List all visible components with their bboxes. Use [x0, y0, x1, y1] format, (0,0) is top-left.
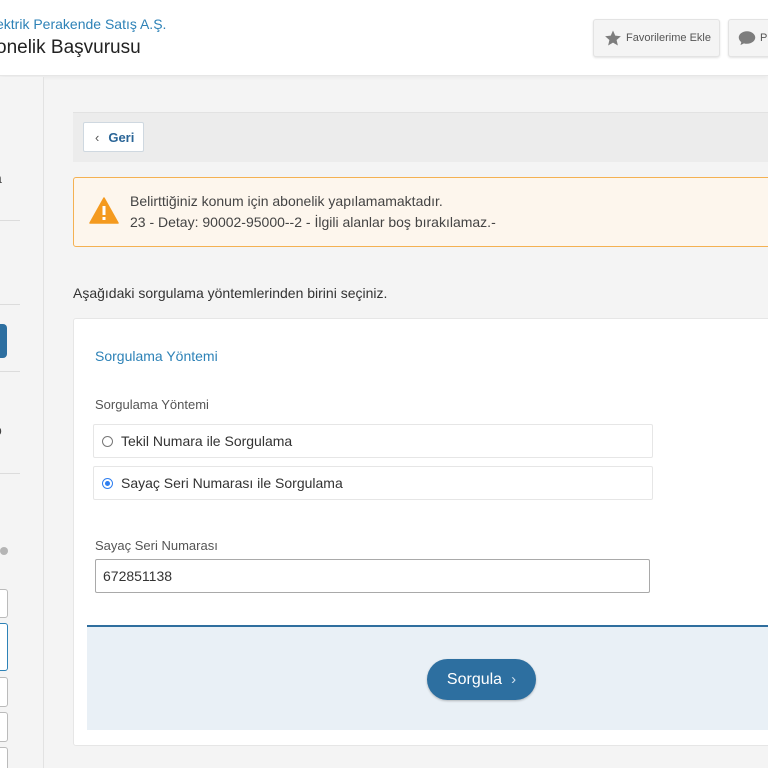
sidebar-dot — [0, 547, 8, 555]
company-name: ektrik Perakende Satış A.Ş. — [0, 16, 167, 32]
sidebar-active-item[interactable] — [0, 324, 7, 358]
sidebar-field[interactable] — [0, 747, 8, 768]
sidebar-field[interactable] — [0, 712, 8, 742]
radio-button-selected[interactable] — [102, 477, 113, 489]
chat-bubble-icon — [738, 31, 756, 46]
sidebar-field[interactable] — [0, 677, 8, 707]
alert-detail: 23 - Detay: 90002-95000--2 - İlgili alan… — [130, 214, 496, 230]
sidebar-field[interactable] — [0, 589, 8, 618]
radio-option-label: Sayaç Seri Numarası ile Sorgulama — [121, 475, 343, 491]
radio-option-label: Tekil Numara ile Sorgulama — [121, 433, 293, 449]
back-button[interactable]: ‹ Geri — [83, 122, 144, 152]
instruction-text: Aşağıdaki sorgulama yöntemlerinden birin… — [73, 285, 388, 301]
chevron-right-icon: › — [511, 671, 517, 688]
radio-button[interactable] — [102, 435, 113, 447]
star-icon — [605, 30, 621, 46]
query-submit-button[interactable]: Sorgula › — [427, 659, 536, 700]
radio-option-single-number[interactable]: Tekil Numara ile Sorgulama — [93, 424, 653, 458]
messages-button[interactable]: P — [728, 19, 768, 57]
serial-number-label: Sayaç Seri Numarası — [95, 538, 218, 553]
chevron-left-icon: ‹ — [95, 129, 100, 145]
warning-triangle-icon — [89, 197, 119, 224]
page-header: ektrik Perakende Satış A.Ş. onelik Başvu… — [0, 0, 768, 76]
warning-alert: Belirttiğiniz konum için abonelik yapıla… — [73, 177, 768, 247]
sidebar-divider — [0, 220, 20, 221]
serial-number-input[interactable] — [95, 559, 650, 593]
radio-option-meter-serial[interactable]: Sayaç Seri Numarası ile Sorgulama — [93, 466, 653, 500]
sidebar-divider — [0, 473, 20, 474]
section-title: Sorgulama Yöntemi — [95, 348, 218, 364]
back-bar — [73, 112, 768, 162]
messages-label: P — [760, 32, 768, 44]
sidebar-divider — [0, 371, 20, 372]
favorites-label: Favorilerime Ekle — [626, 32, 711, 44]
sidebar-item-label[interactable]: a — [0, 170, 2, 186]
submit-button-label: Sorgula — [446, 670, 503, 688]
back-button-label: Geri — [108, 129, 135, 145]
alert-message: Belirttiğiniz konum için abonelik yapıla… — [130, 193, 443, 209]
sidebar: a o — [0, 77, 44, 768]
query-method-label: Sorgulama Yöntemi — [95, 397, 209, 412]
add-to-favorites-button[interactable]: Favorilerime Ekle — [593, 19, 720, 57]
sidebar-item-label[interactable]: o — [0, 422, 2, 438]
sidebar-divider — [0, 304, 20, 305]
page-title: onelik Başvurusu — [0, 37, 141, 58]
sidebar-field[interactable] — [0, 623, 8, 671]
